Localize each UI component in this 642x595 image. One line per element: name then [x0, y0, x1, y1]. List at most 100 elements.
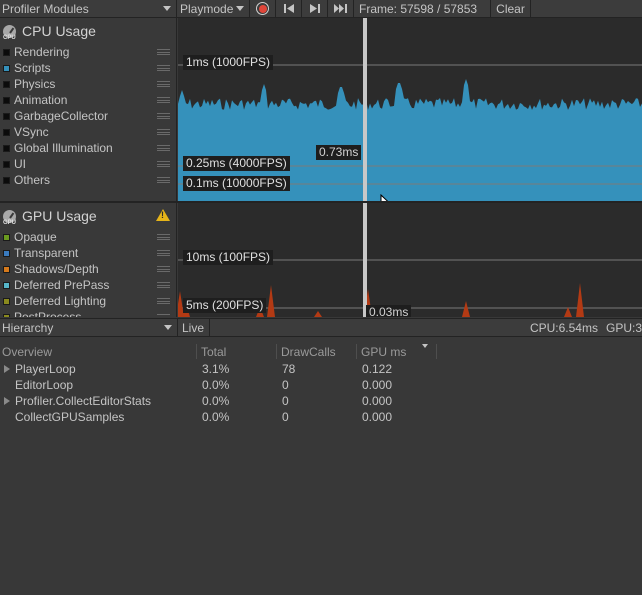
playmode-dropdown[interactable]: Playmode [177, 0, 250, 18]
expand-arrow-icon[interactable] [4, 397, 10, 405]
drag-handle-icon[interactable] [157, 129, 170, 135]
cpu-legend-item[interactable]: Scripts [0, 60, 176, 76]
cpu-gauge-icon: CPU [3, 24, 18, 41]
gpu-legend-item[interactable]: Deferred Lighting [0, 293, 176, 309]
cpu-ref-label-1ms: 1ms (1000FPS) [183, 55, 274, 70]
mouse-cursor-icon [380, 194, 389, 201]
drag-handle-icon[interactable] [157, 145, 170, 151]
table-row[interactable]: Profiler.CollectEditorStats 0.0% 0 0.000 [0, 393, 642, 409]
live-label: Live [182, 320, 205, 335]
first-frame-button[interactable] [276, 0, 302, 18]
cpu-usage-chart[interactable]: 1ms (1000FPS) 0.25ms (4000FPS) 0.1ms (10… [178, 18, 642, 201]
gpu-legend: Opaque Transparent Shadows/Depth Deferred P… [0, 229, 176, 317]
row-name: CollectGPUSamples [15, 410, 125, 424]
cpu-legend-item[interactable]: UI [0, 156, 176, 172]
drag-handle-icon[interactable] [157, 266, 170, 272]
drag-handle-icon[interactable] [157, 298, 170, 304]
cpu-legend-item[interactable]: Physics [0, 76, 176, 92]
live-toggle[interactable]: Live [178, 318, 210, 337]
cpu-usage-header[interactable]: CPU CPU Usage [0, 18, 176, 44]
drag-handle-icon[interactable] [157, 177, 170, 183]
table-row[interactable]: EditorLoop 0.0% 0 0.000 [0, 377, 642, 393]
cpu-legend-item[interactable]: GarbageCollector [0, 108, 176, 124]
clear-button[interactable]: Clear [491, 0, 531, 18]
clear-label: Clear [496, 1, 525, 16]
hierarchy-view-dropdown[interactable]: Hierarchy [0, 318, 178, 337]
profiler-toolbar: Profiler Modules Playmode Frame: 57598 /… [0, 0, 642, 18]
gpu-legend-item[interactable]: Shadows/Depth [0, 261, 176, 277]
drag-handle-icon[interactable] [157, 314, 170, 317]
drag-handle-icon[interactable] [157, 250, 170, 256]
record-button[interactable] [250, 0, 276, 18]
cpu-legend-item[interactable]: VSync [0, 124, 176, 140]
gpu-usage-chart[interactable]: 10ms (100FPS) 5ms (200FPS) 0.03ms [178, 203, 642, 317]
gpu-usage-title: GPU Usage [22, 208, 97, 224]
row-gpu_ms-cell: 0.000 [362, 410, 393, 424]
drag-handle-icon[interactable] [157, 161, 170, 167]
gpu-usage-module[interactable]: GPU GPU Usage Opaque Transparent Shadows/D… [0, 203, 177, 317]
profiler-modules-dropdown[interactable]: Profiler Modules [0, 0, 177, 18]
cpu-legend-item[interactable]: Global Illumination [0, 140, 176, 156]
row-name: EditorLoop [15, 378, 74, 392]
fast-forward-icon [333, 4, 347, 13]
legend-label: Deferred PrePass [14, 278, 110, 292]
row-name-cell: PlayerLoop [0, 361, 197, 377]
gpu-ref-label-10ms: 10ms (100FPS) [183, 250, 274, 265]
gpu-legend-item[interactable]: Deferred PrePass [0, 277, 176, 293]
gpu-frame-selection-line[interactable] [363, 203, 367, 317]
cpu-ref-label-01ms: 0.1ms (10000FPS) [183, 176, 290, 191]
column-header-overview[interactable]: Overview [0, 342, 197, 361]
drag-handle-icon[interactable] [157, 81, 170, 87]
warning-icon[interactable] [156, 209, 170, 221]
chevron-down-icon [164, 325, 172, 330]
gpu-legend-item[interactable]: Transparent [0, 245, 176, 261]
gpu-selected-value: 0.03ms [366, 305, 412, 317]
column-header-drawcalls[interactable]: DrawCalls [277, 342, 357, 361]
legend-label: Others [14, 173, 51, 187]
profiler-modules-label: Profiler Modules [2, 1, 89, 16]
cpu-legend-item[interactable]: Animation [0, 92, 176, 108]
legend-color-swatch [3, 96, 10, 104]
gpu-legend-item[interactable]: Opaque [0, 229, 176, 245]
legend-color-swatch [3, 48, 10, 56]
step-forward-icon [309, 4, 320, 13]
drag-handle-icon[interactable] [157, 49, 170, 55]
column-header-gpu-ms[interactable]: GPU ms [357, 342, 437, 361]
legend-label: Animation [14, 93, 68, 107]
cpu-usage-module[interactable]: CPU CPU Usage Rendering Scripts Physics Ani… [0, 18, 177, 201]
legend-label: VSync [14, 125, 49, 139]
legend-color-swatch [3, 160, 10, 168]
row-gpu_ms-cell: 0.000 [362, 378, 393, 392]
column-header-gpu-ms-label: GPU ms [361, 344, 407, 359]
legend-color-swatch [3, 144, 10, 152]
legend-color-swatch [3, 297, 10, 305]
legend-label: Rendering [14, 45, 70, 59]
drag-handle-icon[interactable] [157, 113, 170, 119]
column-header-total[interactable]: Total [197, 342, 277, 361]
cpu-area-graph [178, 64, 642, 201]
legend-label: Deferred Lighting [14, 294, 107, 308]
drag-handle-icon[interactable] [157, 65, 170, 71]
table-row[interactable]: PlayerLoop 3.1% 78 0.122 [0, 361, 642, 377]
legend-color-swatch [3, 313, 10, 317]
legend-color-swatch [3, 112, 10, 120]
frame-selection-line[interactable] [363, 18, 367, 201]
drag-handle-icon[interactable] [157, 97, 170, 103]
cpu-legend-item[interactable]: Rendering [0, 44, 176, 60]
legend-color-swatch [3, 176, 10, 184]
current-frame-button[interactable] [328, 0, 354, 18]
row-drawcalls-cell: 0 [282, 394, 289, 408]
gpu-spike [314, 311, 322, 317]
gpu-legend-item[interactable]: PostProcess [0, 309, 176, 317]
row-total-cell: 0.0% [202, 410, 230, 424]
next-frame-button[interactable] [302, 0, 328, 18]
drag-handle-icon[interactable] [157, 282, 170, 288]
cpu-selected-value: 0.73ms [316, 145, 362, 160]
details-toolbar: Hierarchy Live CPU:6.54ms GPU:3 [0, 318, 642, 337]
drag-handle-icon[interactable] [157, 234, 170, 240]
expand-arrow-icon[interactable] [4, 365, 10, 373]
gpu-ref-label-5ms: 5ms (200FPS) [183, 298, 267, 313]
cpu-legend-item[interactable]: Others [0, 172, 176, 188]
table-row[interactable]: CollectGPUSamples 0.0% 0 0.000 [0, 409, 642, 425]
gpu-usage-header[interactable]: GPU GPU Usage [0, 203, 176, 229]
